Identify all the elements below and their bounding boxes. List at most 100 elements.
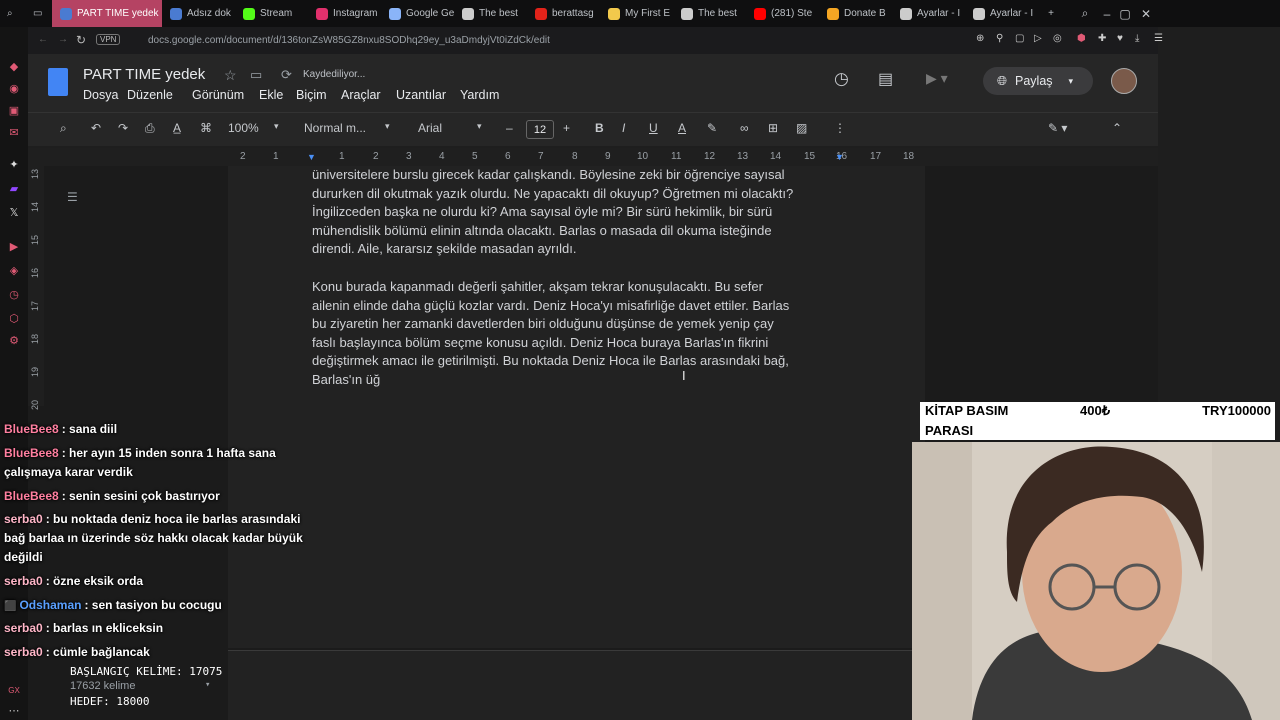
outline-icon[interactable]: ☰ <box>67 190 78 204</box>
extensions-icon[interactable]: ⬢ <box>1077 33 1086 44</box>
browser-tab[interactable]: Adsız dok <box>162 0 235 27</box>
chat-username[interactable]: serba0 <box>4 645 43 659</box>
zoom-select[interactable]: 100% <box>228 121 259 135</box>
menu-uzantılar[interactable]: Uzantılar <box>396 88 446 102</box>
font-size-input[interactable]: 12 <box>526 120 554 139</box>
sidebar-messenger-icon[interactable]: ◉ <box>7 81 21 95</box>
history-icon[interactable]: ◷ <box>834 69 849 89</box>
browser-tab[interactable]: The best <box>454 0 527 27</box>
sidebar-settings-icon[interactable]: ⚙ <box>7 333 21 347</box>
document-line[interactable]: değiştirmek amacı ile getirilmişti. Bu n… <box>312 352 852 371</box>
sidebar-mail-icon[interactable]: ✉ <box>7 125 21 139</box>
link-icon[interactable]: ∞ <box>740 121 749 135</box>
chat-username[interactable]: serba0 <box>4 574 43 588</box>
chat-username[interactable]: BlueBee8 <box>4 422 59 436</box>
menu-araçlar[interactable]: Araçlar <box>341 88 381 102</box>
spellcheck-icon[interactable]: A̲ <box>173 121 181 135</box>
browser-tab[interactable]: Instagram <box>308 0 381 27</box>
browser-tab[interactable]: My First E <box>600 0 673 27</box>
left-indent-marker-icon[interactable]: ▼ <box>307 152 316 162</box>
move-folder-icon[interactable]: ▭ <box>250 67 262 83</box>
more-options-icon[interactable]: ⋮ <box>834 121 846 135</box>
browser-tab[interactable]: Stream <box>235 0 308 27</box>
highlight-icon[interactable]: ✎ <box>707 121 717 135</box>
zoom-icon[interactable]: ⊕ <box>976 33 984 44</box>
browser-tab[interactable]: Google Ge <box>381 0 454 27</box>
sidebar-instagram-icon[interactable]: ▣ <box>7 103 21 117</box>
menu-biçim[interactable]: Biçim <box>296 88 327 102</box>
paint-format-icon[interactable]: ⌘ <box>200 121 212 135</box>
tab-search-icon[interactable]: ⌕ <box>0 0 26 27</box>
browser-tab[interactable]: The best <box>673 0 746 27</box>
new-tab-button[interactable]: + <box>1038 0 1064 27</box>
download-icon[interactable]: ⤓ <box>1135 33 1139 44</box>
horizontal-ruler[interactable]: 2 1 1 2 3 4 5 6 7 8 9 10 11 12 13 14 15 16 17 18 ▼ ▼ <box>28 148 1158 166</box>
italic-icon[interactable]: I <box>622 121 625 135</box>
print-icon[interactable]: ⎙ <box>145 121 155 136</box>
chat-username[interactable]: BlueBee8 <box>4 489 59 503</box>
browser-tab[interactable]: PART TIME yedek <box>52 0 162 27</box>
insert-image-icon[interactable]: ▨ <box>796 121 807 135</box>
chat-username[interactable]: serba0 <box>4 621 43 635</box>
document-line[interactable]: mühendislik bölümü elinin altında olacak… <box>312 222 852 241</box>
reload-icon[interactable]: ↻ <box>76 33 86 47</box>
document-line[interactable]: dururken dil okutmak yazık olurdu. Ne ya… <box>312 185 852 204</box>
sidebar-app-icon[interactable]: ◆ <box>7 59 21 73</box>
text-color-icon[interactable]: A <box>678 121 686 135</box>
tab-overview-icon[interactable]: ▭ <box>26 0 52 27</box>
forward-icon[interactable]: → <box>58 34 68 45</box>
maximize-icon[interactable]: ▢ <box>1114 0 1136 27</box>
sidebar-cube-icon[interactable]: ⬡ <box>7 311 21 325</box>
style-select[interactable]: Normal m... <box>304 121 366 135</box>
back-icon[interactable]: ← <box>38 34 48 45</box>
camera-icon[interactable]: ◎ <box>1053 33 1062 44</box>
close-window-icon[interactable]: ✕ <box>1135 0 1157 27</box>
screenshot-icon[interactable]: ▢ <box>1015 33 1024 44</box>
sidebar-ai-icon[interactable]: ✦ <box>7 157 21 171</box>
share-button[interactable]: 🌐︎ Paylaş ▾ <box>983 67 1093 95</box>
document-title[interactable]: PART TIME yedek <box>83 66 205 83</box>
url-field[interactable]: docs.google.com/document/d/136tonZsW85GZ… <box>148 35 550 46</box>
browser-tab[interactable]: Donate B <box>819 0 892 27</box>
decrease-font-icon[interactable]: – <box>506 121 513 135</box>
sidebar-history-icon[interactable]: ◷ <box>7 287 21 301</box>
document-line[interactable]: Konu burada kapanmadı değerli şahitler, … <box>312 278 852 297</box>
menu-görünüm[interactable]: Görünüm <box>192 88 244 102</box>
browser-tab[interactable]: (281) Ste <box>746 0 819 27</box>
menu-icon[interactable]: ☰ <box>1154 33 1163 44</box>
undo-icon[interactable]: ↶ <box>91 121 101 135</box>
bold-icon[interactable]: B <box>595 121 604 135</box>
search-tabs-icon[interactable]: ⌕ <box>1074 0 1096 27</box>
document-line[interactable]: İngilizceden başka ne olurdu ki? Ama say… <box>312 203 852 222</box>
search-menus-icon[interactable]: ⌕ <box>60 121 67 136</box>
menu-yardım[interactable]: Yardım <box>460 88 499 102</box>
browser-tab[interactable]: berattasg <box>527 0 600 27</box>
font-select[interactable]: Arial <box>418 121 442 135</box>
sidebar-bookmark-icon[interactable]: ◈ <box>7 263 21 277</box>
underline-icon[interactable]: U <box>649 121 658 135</box>
document-line[interactable]: Barlas'ın üğ <box>312 371 852 390</box>
chat-username[interactable]: Odshaman <box>19 598 81 612</box>
increase-font-icon[interactable]: + <box>563 121 570 135</box>
collapse-menus-icon[interactable]: ⌃ <box>1112 121 1122 135</box>
docs-logo-icon[interactable] <box>48 68 68 96</box>
document-line[interactable]: faslı başlayınca bölüm seçme konusu açıl… <box>312 334 852 353</box>
avatar[interactable] <box>1111 68 1137 94</box>
document-line[interactable]: direndi. Aile, kararsız şekilde masadan … <box>312 240 852 259</box>
puzzle-icon[interactable]: ✚ <box>1098 33 1106 44</box>
document-line[interactable]: üniversitelere burslu girecek kadar çalı… <box>312 166 852 185</box>
document-line[interactable]: bu ziyaretin her zamanki davetlerden bir… <box>312 315 852 334</box>
vpn-badge[interactable]: VPN <box>96 34 121 45</box>
browser-tab[interactable]: Ayarlar - I <box>892 0 965 27</box>
redo-icon[interactable]: ↷ <box>118 121 128 135</box>
chat-username[interactable]: serba0 <box>4 512 43 526</box>
document-line[interactable]: ailenin elinde daha güçlü kozlar vardı. … <box>312 297 852 316</box>
pin-icon[interactable]: ⚲ <box>996 33 1003 44</box>
comments-icon[interactable]: ▤ <box>878 69 893 89</box>
player-icon[interactable]: ▷ <box>1034 33 1042 44</box>
right-indent-marker-icon[interactable]: ▼ <box>835 152 844 162</box>
star-icon[interactable]: ☆ <box>224 67 237 84</box>
heart-icon[interactable]: ♥ <box>1117 33 1123 44</box>
meet-icon[interactable]: ▶ ▾ <box>926 70 948 87</box>
sidebar-play-icon[interactable]: ▶ <box>7 239 21 253</box>
